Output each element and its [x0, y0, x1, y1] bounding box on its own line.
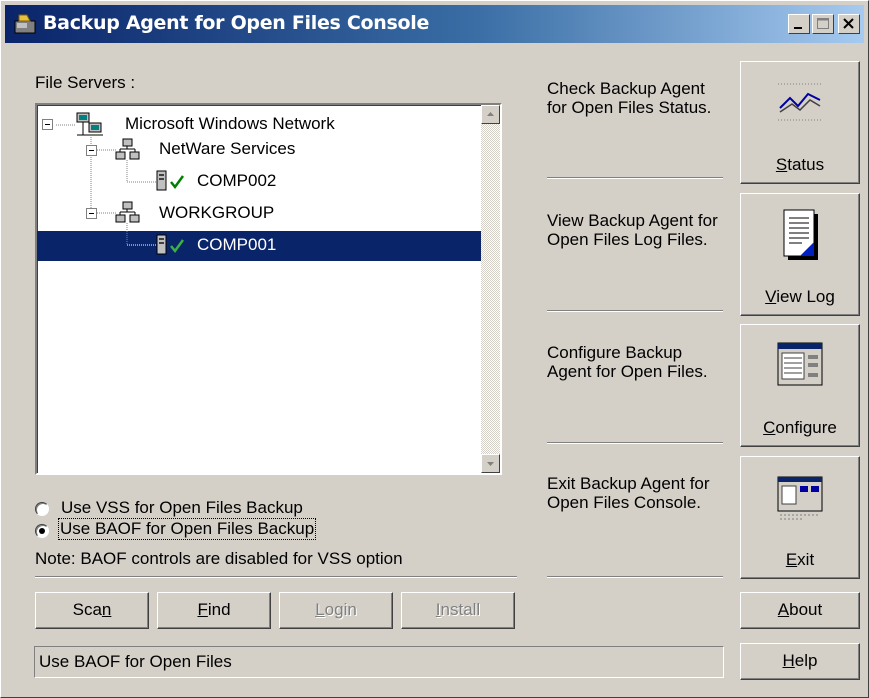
right-separator [547, 310, 723, 312]
maximize-button[interactable] [812, 14, 834, 34]
about-button[interactable]: About [740, 592, 860, 629]
radio-selected-dot [39, 528, 45, 534]
close-button[interactable] [838, 14, 860, 34]
login-button[interactable]: Login [279, 592, 393, 629]
status-button[interactable]: Status [740, 61, 860, 184]
find-button[interactable]: Find [157, 592, 271, 629]
view-log-button[interactable]: View Log [740, 193, 860, 316]
window-title: Backup Agent for Open Files Console [43, 12, 430, 34]
down-arrow-icon [487, 462, 494, 466]
help-button[interactable]: Help [740, 643, 860, 680]
status-bar: Use BAOF for Open Files [34, 646, 724, 678]
configure-button[interactable]: Configure [740, 324, 860, 447]
main-window: Backup Agent for Open Files Console File… [0, 0, 869, 698]
vss-radio[interactable] [35, 502, 49, 516]
workgroup-icon [115, 201, 140, 223]
baof-note: Note: BAOF controls are disabled for VSS… [35, 549, 403, 568]
log-document-icon [783, 209, 818, 260]
scroll-down-button[interactable] [481, 454, 500, 473]
minimize-icon [794, 27, 802, 29]
baof-radio[interactable] [35, 524, 49, 538]
exit-button[interactable]: Exit [740, 456, 860, 579]
right-separator [547, 442, 723, 444]
app-icon [14, 14, 36, 34]
status-text: Use BAOF for Open Files [39, 652, 232, 671]
exit-window-icon [777, 476, 823, 520]
tree-vertical-scrollbar[interactable] [481, 105, 500, 473]
close-icon [843, 18, 854, 29]
file-servers-label: File Servers : [35, 73, 136, 92]
server-check-icon [156, 234, 185, 255]
vss-option-label[interactable]: Use VSS for Open Files Backup [61, 498, 303, 518]
file-servers-tree[interactable]: Microsoft Windows Network NetWare Servic… [35, 103, 502, 475]
tree-node-computer[interactable]: COMP002 [197, 171, 276, 191]
server-check-icon [156, 170, 185, 191]
scan-button[interactable]: Scan [35, 592, 149, 629]
up-arrow-icon [487, 112, 494, 116]
left-separator [35, 576, 517, 578]
maximize-icon [817, 18, 829, 29]
tree-node-computer-selected[interactable]: COMP001 [197, 235, 276, 255]
scroll-up-button[interactable] [481, 105, 500, 124]
tree-node-root[interactable]: Microsoft Windows Network [125, 114, 335, 134]
workgroup-icon [115, 138, 140, 160]
status-description: Check Backup Agent for Open Files Status… [547, 79, 712, 117]
minimize-button[interactable] [788, 14, 810, 34]
title-bar[interactable]: Backup Agent for Open Files Console [5, 5, 864, 43]
status-graph-icon [778, 83, 822, 121]
install-button[interactable]: Install [401, 592, 515, 629]
baof-option-label[interactable]: Use BAOF for Open Files Backup [57, 518, 317, 540]
exit-description: Exit Backup Agent for Open Files Console… [547, 474, 710, 512]
right-separator [547, 576, 723, 578]
right-separator [547, 177, 723, 179]
tree-node-group[interactable]: NetWare Services [159, 139, 295, 159]
configure-window-icon [777, 342, 823, 386]
view-log-description: View Backup Agent for Open Files Log Fil… [547, 211, 718, 249]
tree-node-group[interactable]: WORKGROUP [159, 203, 274, 223]
configure-description: Configure Backup Agent for Open Files. [547, 343, 708, 381]
network-icon [76, 112, 103, 136]
